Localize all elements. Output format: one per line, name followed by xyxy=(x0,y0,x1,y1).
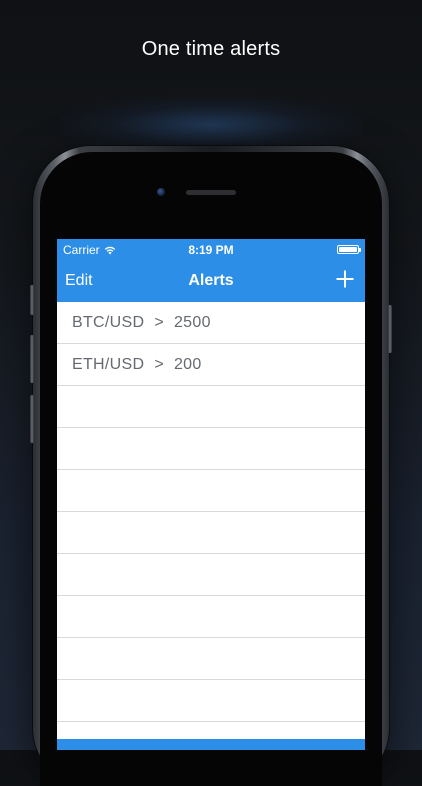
empty-row xyxy=(57,386,365,428)
alerts-list: BTC/USD > 2500 ETH/USD > 200 xyxy=(57,302,365,722)
plus-icon[interactable] xyxy=(335,269,355,289)
alert-value: 2500 xyxy=(173,313,211,331)
empty-row xyxy=(57,596,365,638)
status-time: 8:19 PM xyxy=(188,243,234,257)
page-title: Alerts xyxy=(188,272,234,289)
alert-value: 200 xyxy=(173,355,202,373)
battery-fill xyxy=(339,247,357,252)
empty-row xyxy=(57,554,365,596)
status-bar: Carrier 8:19 PM xyxy=(57,239,365,259)
promo-headline: One time alerts xyxy=(141,38,281,60)
alert-pair: BTC/USD xyxy=(72,313,145,331)
battery-icon xyxy=(337,245,361,254)
app-screen: Carrier 8:19 PM Edit Alerts BTC/USD > 25… xyxy=(57,239,365,750)
alert-operator: > xyxy=(154,355,164,373)
empty-row xyxy=(57,470,365,512)
mute-switch xyxy=(30,285,34,315)
empty-row xyxy=(57,680,365,722)
volume-up-button xyxy=(30,335,34,383)
empty-row xyxy=(57,512,365,554)
front-camera xyxy=(157,188,165,196)
volume-down-button xyxy=(30,395,34,443)
earpiece-speaker xyxy=(186,190,236,195)
empty-row xyxy=(57,428,365,470)
alert-pair: ETH/USD xyxy=(72,355,145,373)
alert-row[interactable]: BTC/USD > 2500 xyxy=(57,302,365,344)
alert-row[interactable]: ETH/USD > 200 xyxy=(57,344,365,386)
tab-bar xyxy=(57,739,365,750)
power-button xyxy=(388,305,392,353)
empty-row xyxy=(57,638,365,680)
navigation-bar: Carrier 8:19 PM Edit Alerts xyxy=(57,239,365,302)
edit-button[interactable]: Edit xyxy=(65,272,93,290)
alert-operator: > xyxy=(154,313,164,331)
